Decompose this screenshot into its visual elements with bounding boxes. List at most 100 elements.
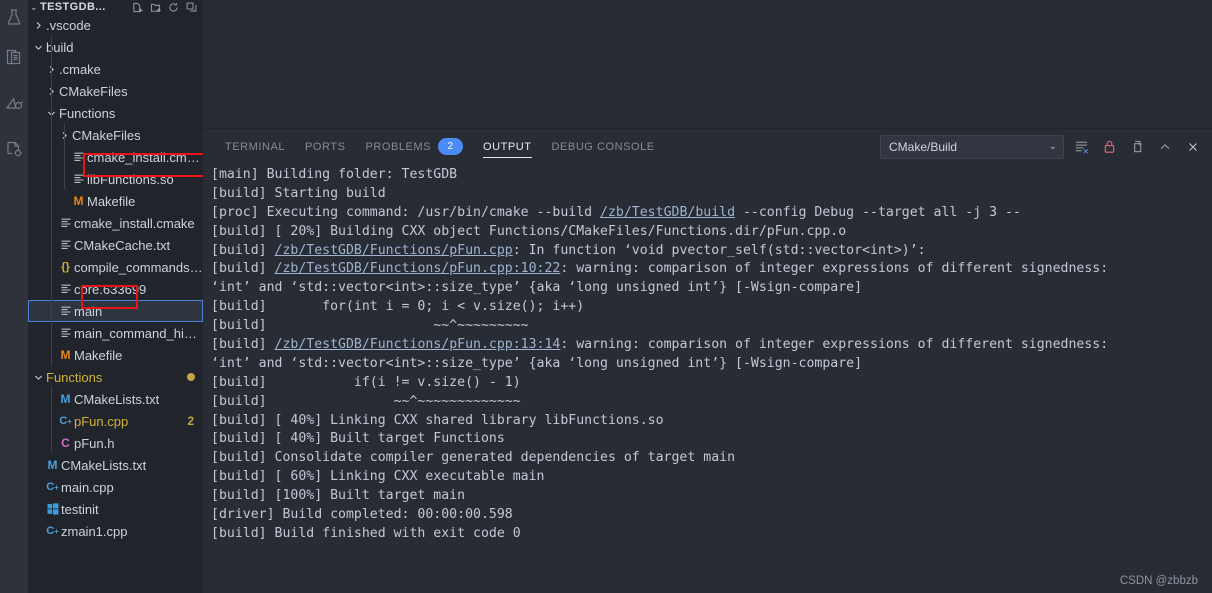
chevron-down-icon[interactable] xyxy=(32,373,44,382)
panel-tab-label: TERMINAL xyxy=(225,140,286,153)
output-text: [proc] Executing command: /usr/bin/cmake… xyxy=(211,204,601,220)
explorer-root-header[interactable]: ⌄ TESTGDB... xyxy=(28,0,203,14)
file-lines-icon xyxy=(57,217,74,229)
tree-item-label: compile_commands.j... xyxy=(74,259,203,275)
modified-dot-badge xyxy=(187,373,195,381)
output-text: [driver] Build completed: 00:00:00.598 xyxy=(211,507,513,523)
output-line: [build] for(int i = 0; i < v.size(); i++… xyxy=(211,298,1212,317)
tree-item-label: main.cpp xyxy=(61,479,114,495)
tree-item-label: main_command_hist... xyxy=(74,325,203,341)
editor-empty-region xyxy=(203,0,1212,128)
maximize-panel-icon[interactable] xyxy=(1154,136,1176,158)
tree-item-cmakelists-txt[interactable]: M CMakeLists.txt xyxy=(28,454,203,476)
tree-item-testinit[interactable]: testinit xyxy=(28,498,203,520)
testing-beaker-icon[interactable] xyxy=(0,0,28,34)
lock-icon[interactable] xyxy=(1098,136,1120,158)
tree-item-main[interactable]: main xyxy=(28,300,203,322)
tree-item-label: pFun.cpp xyxy=(74,413,129,429)
output-line: [build] Build finished with exit code 0 xyxy=(211,525,1212,544)
tree-item-cmakefiles[interactable]: CMakeFiles xyxy=(28,80,203,102)
panel-tab-terminal[interactable]: TERMINAL xyxy=(215,129,295,164)
tree-item-cmakecache-txt[interactable]: CMakeCache.txt xyxy=(28,234,203,256)
file-tree: .vscode build .cmake CMakeFiles Functions CMa… xyxy=(28,14,203,542)
tree-item-label: Functions xyxy=(59,105,116,121)
output-line: [build] /zb/TestGDB/Functions/pFun.cpp:1… xyxy=(211,260,1212,279)
output-log[interactable]: [main] Building folder: TestGDB [build] S… xyxy=(203,164,1212,593)
close-panel-icon[interactable] xyxy=(1182,136,1204,158)
tree-item-cmake-install-cmake[interactable]: cmake_install.cmake xyxy=(28,212,203,234)
chevron-right-icon[interactable] xyxy=(32,21,44,30)
makefile-icon: M xyxy=(60,392,71,406)
tree-item-label: pFun.h xyxy=(74,435,115,451)
tree-item-makefile[interactable]: M Makefile xyxy=(28,190,203,212)
chevron-down-icon[interactable]: ⌄ xyxy=(30,2,38,13)
output-line: [driver] Build completed: 00:00:00.598 xyxy=(211,506,1212,525)
tree-item-libfunctions-so[interactable]: libFunctions.so xyxy=(28,168,203,190)
cmake-tools-icon[interactable] xyxy=(0,80,28,126)
tree-item-label: CMakeLists.txt xyxy=(74,391,160,407)
tree-item-build[interactable]: build xyxy=(28,36,203,58)
tree-item-main-cpp[interactable]: C + main.cpp xyxy=(28,476,203,498)
tree-item-label: .vscode xyxy=(46,17,91,33)
split-panel-icon[interactable] xyxy=(1126,136,1148,158)
file-lines-icon xyxy=(70,151,87,163)
json-file-icon: {} xyxy=(61,261,70,273)
panel-tab-ports[interactable]: PORTS xyxy=(295,129,355,164)
panel-tab-problems[interactable]: PROBLEMS 2 xyxy=(355,129,473,164)
file-lines-icon xyxy=(57,327,74,339)
tree-item-compile-commands-j-[interactable]: {} compile_commands.j... xyxy=(28,256,203,278)
tree-item--vscode[interactable]: .vscode xyxy=(28,14,203,36)
output-file-link[interactable]: /zb/TestGDB/build xyxy=(600,205,735,220)
tree-item-cmake-install-cmake[interactable]: cmake_install.cmake xyxy=(28,146,203,168)
makefile-icon: M xyxy=(47,458,58,472)
chevron-down-icon[interactable] xyxy=(32,43,44,52)
tree-item-makefile[interactable]: M Makefile xyxy=(28,344,203,366)
new-file-icon[interactable] xyxy=(132,2,143,13)
output-line: [build] ~~^~~~~~~~~~~~~~ xyxy=(211,393,1212,412)
tree-item-label: main xyxy=(74,303,103,319)
output-line: [build] [ 40%] Linking CXX shared librar… xyxy=(211,412,1212,431)
output-line: [main] Building folder: TestGDB xyxy=(211,166,1212,185)
clear-output-icon[interactable] xyxy=(1070,136,1092,158)
indent-guide xyxy=(64,124,65,190)
output-file-link[interactable]: /zb/TestGDB/Functions/pFun.cpp xyxy=(275,243,513,258)
output-line: [build] Starting build xyxy=(211,185,1212,204)
tree-item-pfun-cpp[interactable]: C + pFun.cpp 2 xyxy=(28,410,203,432)
tree-item-label: CMakeFiles xyxy=(72,127,141,143)
output-text: --config Debug --target all -j 3 -- xyxy=(735,204,1021,220)
tree-item-label: Makefile xyxy=(87,193,136,209)
output-text: [build] xyxy=(211,242,275,258)
docs-notebook-icon[interactable] xyxy=(0,34,28,80)
output-line: [build] [ 20%] Building CXX object Funct… xyxy=(211,223,1212,242)
tree-item-main-command-hist-[interactable]: main_command_hist... xyxy=(28,322,203,344)
cpp-file-icon: C + xyxy=(46,525,59,537)
tree-item-pfun-h[interactable]: CpFun.h xyxy=(28,432,203,454)
problems-count-badge: 2 xyxy=(438,138,464,155)
panel-tab-output[interactable]: OUTPUT xyxy=(473,129,542,164)
tree-item-functions[interactable]: Functions xyxy=(28,102,203,124)
activity-bar xyxy=(0,0,28,593)
makefile-icon: M xyxy=(73,194,84,208)
new-folder-icon[interactable] xyxy=(150,2,161,13)
cpp-file-icon: C + xyxy=(46,481,59,493)
cpp-file-icon: C + xyxy=(59,415,72,427)
tree-item-zmain1-cpp[interactable]: C + zmain1.cpp xyxy=(28,520,203,542)
panel-tab-debug-console[interactable]: DEBUG CONSOLE xyxy=(542,129,665,164)
output-line: [build] ~~^~~~~~~~~~ xyxy=(211,317,1212,336)
panel-tab-label: PORTS xyxy=(305,140,346,153)
tree-item-core-633699[interactable]: core.633699 xyxy=(28,278,203,300)
tree-item--cmake[interactable]: .cmake xyxy=(28,58,203,80)
output-file-link[interactable]: /zb/TestGDB/Functions/pFun.cpp:13:14 xyxy=(275,337,561,352)
tree-item-functions[interactable]: Functions xyxy=(28,366,203,388)
output-file-link[interactable]: /zb/TestGDB/Functions/pFun.cpp:10:22 xyxy=(275,261,561,276)
output-text: [build] Build finished with exit code 0 xyxy=(211,525,521,541)
collapse-all-icon[interactable] xyxy=(186,2,197,13)
output-line: [build] [ 40%] Built target Functions xyxy=(211,430,1212,449)
tree-item-cmakefiles[interactable]: CMakeFiles xyxy=(28,124,203,146)
refresh-icon[interactable] xyxy=(168,2,179,13)
cpp-settings-icon[interactable] xyxy=(0,126,28,172)
output-text: [build] Starting build xyxy=(211,185,386,201)
tree-item-cmakelists-txt[interactable]: M CMakeLists.txt xyxy=(28,388,203,410)
output-channel-dropdown[interactable]: CMake/Build ⌄ xyxy=(880,134,1064,159)
tree-item-label: CMakeCache.txt xyxy=(74,237,171,253)
